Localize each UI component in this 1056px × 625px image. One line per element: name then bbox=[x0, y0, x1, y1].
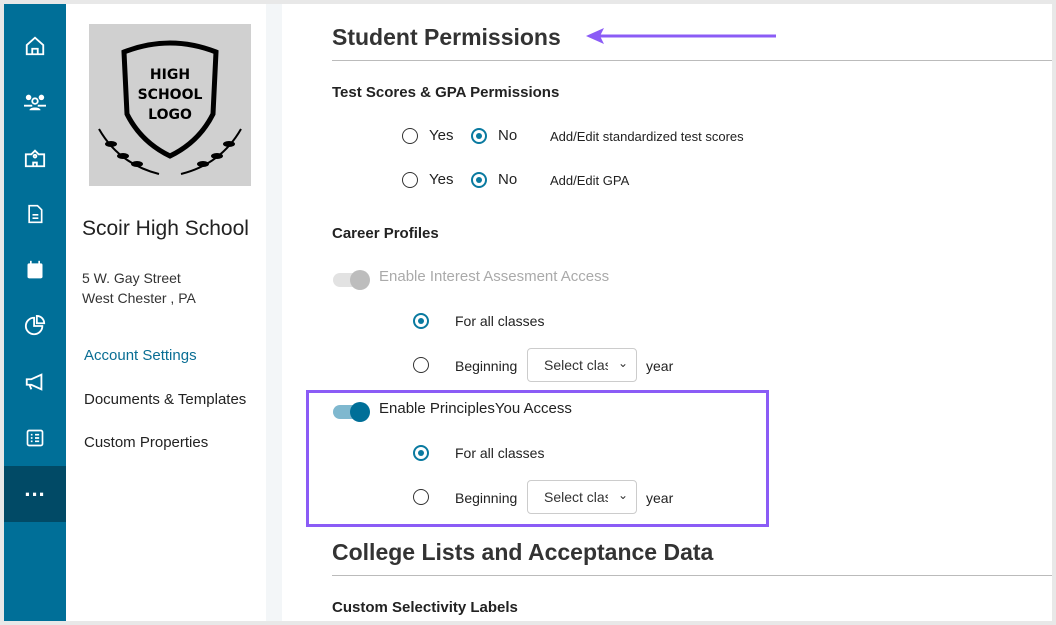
svg-text:SCHOOL: SCHOOL bbox=[138, 87, 203, 103]
gpa-no-radio[interactable] bbox=[471, 172, 487, 188]
interest-beginning-radio[interactable] bbox=[413, 357, 429, 373]
beginning-label: Beginning bbox=[455, 490, 518, 506]
title-divider bbox=[332, 60, 1052, 61]
nav-checklist[interactable] bbox=[4, 410, 66, 466]
yes-label: Yes bbox=[429, 171, 454, 188]
chevron-down-icon: ⌄ bbox=[617, 488, 628, 502]
school-logo: HIGH SCHOOL LOGO bbox=[89, 24, 251, 186]
test-scores-heading: Test Scores & GPA Permissions bbox=[332, 84, 560, 101]
menu-custom-properties[interactable]: Custom Properties bbox=[84, 434, 208, 451]
megaphone-icon bbox=[25, 373, 43, 391]
select-value: Select class bbox=[544, 489, 608, 505]
page-title: Student Permissions bbox=[332, 24, 561, 50]
chevron-down-icon: ⌄ bbox=[617, 356, 628, 370]
interest-assessment-label: Enable Interest Assesment Access bbox=[379, 268, 610, 285]
school-name: Scoir High School bbox=[82, 217, 249, 240]
interest-class-select[interactable]: Select class ⌄ bbox=[527, 348, 637, 382]
more-icon: ... bbox=[24, 476, 46, 501]
divider bbox=[266, 4, 282, 621]
test-scores-no-radio[interactable] bbox=[471, 128, 487, 144]
no-label: No bbox=[498, 171, 518, 188]
interest-all-classes-radio[interactable] bbox=[413, 313, 429, 329]
beginning-label: Beginning bbox=[455, 358, 518, 374]
nav-analytics[interactable] bbox=[4, 298, 66, 354]
year-label: year bbox=[646, 490, 674, 506]
principlesyou-label: Enable PrinciplesYou Access bbox=[379, 400, 572, 417]
calendar-icon bbox=[27, 260, 43, 279]
career-profiles-heading: Career Profiles bbox=[332, 225, 439, 242]
main-content: Student Permissions Test Scores & GPA Pe… bbox=[282, 4, 1052, 621]
yes-label: Yes bbox=[429, 127, 454, 144]
nav-announcements[interactable] bbox=[4, 354, 66, 410]
school-address-line1: 5 W. Gay Street bbox=[82, 270, 181, 286]
test-scores-label: Add/Edit standardized test scores bbox=[550, 129, 744, 144]
nav-home[interactable] bbox=[4, 18, 66, 74]
svg-text:HIGH: HIGH bbox=[150, 67, 190, 83]
checklist-icon bbox=[26, 429, 44, 447]
test-scores-yes-radio[interactable] bbox=[402, 128, 418, 144]
principles-beginning-radio[interactable] bbox=[413, 489, 429, 505]
year-label: year bbox=[646, 358, 674, 374]
college-lists-title: College Lists and Acceptance Data bbox=[332, 539, 714, 565]
users-icon bbox=[24, 94, 46, 111]
all-classes-label: For all classes bbox=[455, 313, 545, 329]
all-classes-label: For all classes bbox=[455, 445, 545, 461]
nav-calendar[interactable] bbox=[4, 242, 66, 298]
principles-all-classes-radio[interactable] bbox=[413, 445, 429, 461]
school-panel: HIGH SCHOOL LOGO Scoir High School 5 W. … bbox=[66, 4, 266, 621]
select-value: Select class bbox=[544, 357, 608, 373]
nav-sidebar: ... bbox=[4, 4, 66, 621]
custom-selectivity-heading: Custom Selectivity Labels bbox=[332, 599, 518, 616]
school-icon bbox=[24, 149, 46, 168]
nav-more[interactable]: ... bbox=[4, 466, 66, 522]
gpa-yes-radio[interactable] bbox=[402, 172, 418, 188]
principles-class-select[interactable]: Select class ⌄ bbox=[527, 480, 637, 514]
document-icon bbox=[28, 204, 43, 224]
menu-documents-templates[interactable]: Documents & Templates bbox=[84, 391, 246, 408]
interest-assessment-toggle[interactable] bbox=[333, 270, 370, 290]
principlesyou-toggle[interactable] bbox=[333, 402, 370, 422]
section-divider bbox=[332, 575, 1052, 576]
menu-account-settings[interactable]: Account Settings bbox=[84, 347, 197, 364]
svg-text:LOGO: LOGO bbox=[148, 107, 192, 123]
pie-chart-icon bbox=[24, 315, 46, 336]
nav-documents[interactable] bbox=[4, 186, 66, 242]
annotation-arrow-icon bbox=[586, 28, 776, 44]
school-address-line2: West Chester , PA bbox=[82, 290, 196, 306]
no-label: No bbox=[498, 127, 518, 144]
gpa-label: Add/Edit GPA bbox=[550, 173, 630, 188]
nav-users[interactable] bbox=[4, 74, 66, 130]
nav-school[interactable] bbox=[4, 130, 66, 186]
home-icon bbox=[25, 36, 45, 56]
